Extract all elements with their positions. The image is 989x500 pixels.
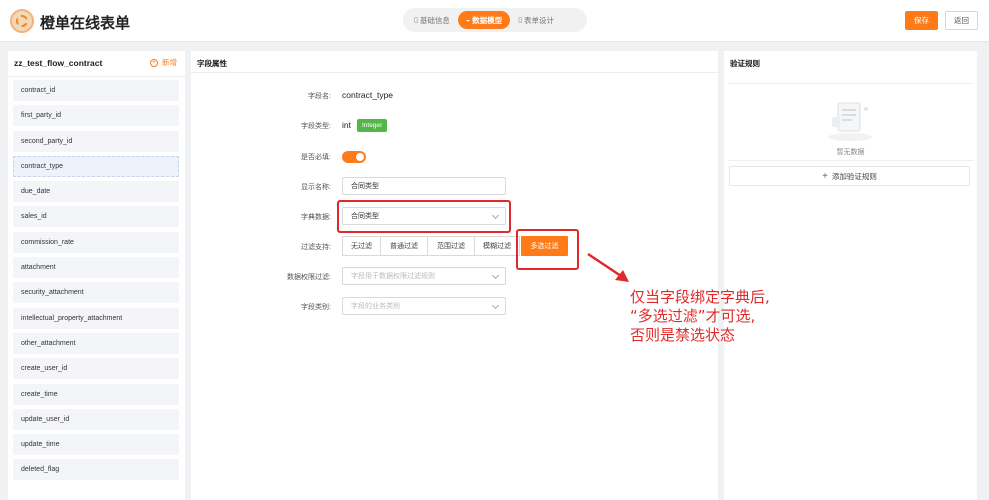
tab-label: 表单设计	[523, 15, 554, 25]
annotation-line: 仅当字段绑定字典后,	[630, 288, 770, 306]
app-title: 橙单在线表单	[40, 15, 131, 32]
field-list: contract_id first_party_id second_party_…	[13, 80, 179, 485]
add-field-label: 新增	[162, 58, 177, 67]
highlight-box-dict	[337, 200, 511, 233]
field-type-label: 字段类型:	[301, 123, 331, 130]
tab-form-design[interactable]: ▯ 表单设计	[510, 11, 562, 29]
empty-data-icon	[828, 102, 872, 141]
chevron-down-icon	[491, 271, 500, 280]
document-icon: ▯	[414, 17, 418, 24]
filter-option-fuzzy[interactable]: 模糊过滤	[475, 236, 520, 256]
filter-label: 过滤支持:	[301, 244, 331, 251]
field-item-ip-attachment[interactable]: intellectual_property_attachment	[13, 307, 179, 329]
tab-label: 基础信息	[419, 15, 450, 25]
step-tabs: ▯ 基础信息 ◒ 数据模型 ▯ 表单设计	[403, 8, 587, 32]
divider	[728, 160, 973, 161]
field-item-commission-rate[interactable]: commission_rate	[13, 231, 179, 253]
panel-title: 验证规则	[730, 59, 760, 68]
filter-option-none[interactable]: 无过滤	[342, 236, 381, 256]
field-item-second-party-id[interactable]: second_party_id	[13, 130, 179, 152]
field-name-value: contract_type	[342, 90, 394, 100]
required-toggle[interactable]	[342, 151, 366, 163]
validation-rules-panel: 验证规则 暂无数据 + 添加验证规则	[724, 51, 977, 500]
database-icon: ◒	[465, 16, 471, 24]
annotation-note: 仅当字段绑定字典后, “多选过滤”才可选, 否则是禁选状态	[630, 288, 770, 345]
add-field-button[interactable]: + 新增	[150, 57, 177, 68]
field-item-deleted-flag[interactable]: deleted_flag	[13, 459, 179, 481]
plus-circle-icon: +	[150, 58, 158, 67]
plus-icon: +	[822, 170, 828, 182]
dict-label: 字典数据:	[301, 214, 331, 221]
display-name-label: 显示名称:	[301, 184, 331, 191]
app-logo	[10, 9, 34, 33]
field-item-create-time[interactable]: create_time	[13, 383, 179, 405]
annotation-line: “多选过滤”才可选,	[630, 307, 756, 325]
display-name-input[interactable]: 合同类型	[342, 177, 506, 195]
add-rule-label: 添加验证规则	[831, 171, 877, 181]
form-icon: ▯	[518, 17, 522, 24]
table-fields-panel: zz_test_flow_contract + 新增 contract_id f…	[8, 51, 185, 500]
save-button[interactable]: 保存	[905, 11, 938, 30]
tab-label: 数据模型	[472, 15, 503, 25]
required-label: 是否必填:	[301, 154, 331, 161]
app-header: 橙单在线表单 ▯ 基础信息 ◒ 数据模型 ▯ 表单设计 保存 返回	[0, 0, 989, 42]
highlight-box-multi-filter	[516, 229, 579, 270]
field-item-due-date[interactable]: due_date	[13, 181, 179, 203]
perm-filter-placeholder: 字段用于数据权限过滤规则	[351, 273, 435, 280]
table-name: zz_test_flow_contract	[14, 58, 103, 68]
filter-options: 无过滤 普通过滤 范围过滤 模糊过滤	[342, 236, 520, 256]
field-item-update-time[interactable]: update_time	[13, 434, 179, 456]
field-name-label: 字段名:	[308, 93, 331, 100]
divider	[728, 83, 973, 84]
category-select[interactable]: 字段的业务类别	[342, 297, 506, 315]
field-item-contract-type[interactable]: contract_type	[13, 155, 179, 177]
chevron-down-icon	[491, 301, 500, 310]
filter-option-normal[interactable]: 普通过滤	[381, 236, 428, 256]
field-item-sales-id[interactable]: sales_id	[13, 206, 179, 228]
field-item-update-user-id[interactable]: update_user_id	[13, 408, 179, 430]
perm-filter-select[interactable]: 字段用于数据权限过滤规则	[342, 267, 506, 285]
add-rule-button[interactable]: + 添加验证规则	[729, 166, 970, 186]
field-type-value: int	[342, 120, 351, 130]
field-item-contract-id[interactable]: contract_id	[13, 80, 179, 101]
back-button[interactable]: 返回	[945, 11, 978, 30]
annotation-line: 否则是禁选状态	[630, 326, 736, 344]
field-item-security-attachment[interactable]: security_attachment	[13, 282, 179, 304]
field-item-attachment[interactable]: attachment	[13, 257, 179, 279]
annotation-arrow-icon	[587, 252, 629, 282]
category-label: 字段类别:	[301, 304, 331, 311]
field-type-tag: Integer	[357, 119, 388, 132]
empty-text: 暂无数据	[836, 149, 865, 156]
field-item-create-user-id[interactable]: create_user_id	[13, 358, 179, 380]
panel-title: 字段属性	[197, 59, 227, 68]
divider	[8, 76, 185, 77]
divider	[191, 72, 718, 73]
field-item-first-party-id[interactable]: first_party_id	[13, 105, 179, 127]
tab-basic-info[interactable]: ▯ 基础信息	[406, 11, 458, 29]
category-placeholder: 字段的业务类别	[351, 303, 400, 310]
field-item-other-attachment[interactable]: other_attachment	[13, 332, 179, 354]
field-properties-panel: 字段属性 字段名: contract_type 字段类型: int Intege…	[191, 51, 718, 500]
tab-data-model[interactable]: ◒ 数据模型	[457, 11, 511, 29]
filter-option-range[interactable]: 范围过滤	[428, 236, 475, 256]
perm-filter-label: 数据权限过滤:	[287, 274, 331, 281]
